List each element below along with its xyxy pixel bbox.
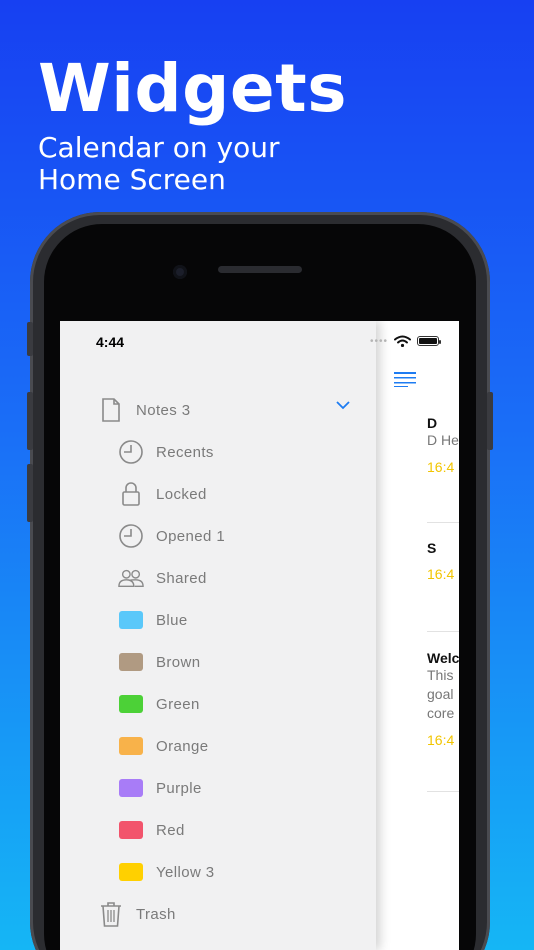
sidebar-item-label: Purple (156, 779, 202, 797)
sidebar-item-brown[interactable]: Brown (118, 649, 201, 675)
note-body-line: D He (427, 432, 459, 448)
sidebar-item-trash[interactable]: Trash (98, 901, 176, 927)
sidebar-item-label: Shared (156, 569, 207, 587)
menu-button[interactable] (394, 371, 416, 392)
sidebar-item-label: Locked (156, 485, 207, 503)
sidebar-item-label: Red (156, 821, 185, 839)
front-camera (173, 265, 187, 279)
note-item-1[interactable]: D D He 16:4 (427, 415, 459, 475)
lock-icon (118, 481, 144, 507)
divider (427, 791, 459, 792)
people-icon (118, 565, 144, 591)
color-swatch (119, 653, 143, 671)
sidebar-item-shared[interactable]: Shared (118, 565, 207, 591)
chevron-down-icon[interactable] (336, 401, 350, 410)
clock-icon (118, 439, 144, 465)
promo-title: Widgets (38, 50, 348, 127)
note-title: D (427, 415, 438, 431)
signal-dots-icon: •••• (369, 335, 388, 347)
mute-switch (27, 322, 33, 356)
phone-screen: D D He 16:4 S 16:4 Welc This goal core 1… (60, 321, 459, 950)
sidebar-item-label: Recents (156, 443, 214, 461)
volume-up-button (27, 392, 33, 450)
sidebar-item-label: Green (156, 695, 200, 713)
note-body-line: This (427, 667, 454, 683)
sidebar-item-red[interactable]: Red (118, 817, 185, 843)
document-icon (98, 397, 124, 423)
sidebar-item-label: Trash (136, 905, 176, 923)
sidebar-item-label: Brown (156, 653, 201, 671)
sidebar-item-blue[interactable]: Blue (118, 607, 188, 633)
promo-subtitle: Calendar on your Home Screen (38, 131, 280, 196)
color-swatch (119, 863, 143, 881)
color-swatch (119, 611, 143, 629)
sidebar-item-opened[interactable]: Opened 1 (118, 523, 225, 549)
sidebar: 4:44 Notes 3 Recents Locked Opened 1 Sha… (60, 321, 376, 950)
note-time: 16:4 (427, 732, 455, 748)
color-swatch (119, 821, 143, 839)
note-time: 16:4 (427, 459, 455, 475)
sidebar-item-label: Orange (156, 737, 209, 755)
sidebar-item-locked[interactable]: Locked (118, 481, 207, 507)
status-time: 4:44 (96, 334, 125, 350)
power-button (487, 392, 493, 450)
trash-icon (98, 901, 124, 927)
note-title: Welc (427, 650, 459, 666)
note-body-line: core (427, 705, 455, 721)
sidebar-item-recents[interactable]: Recents (118, 439, 214, 465)
note-body-line: goal (427, 686, 454, 702)
divider (427, 522, 459, 523)
hamburger-icon (394, 372, 416, 387)
note-title: S (427, 540, 437, 556)
sidebar-item-green[interactable]: Green (118, 691, 200, 717)
sidebar-item-orange[interactable]: Orange (118, 733, 208, 759)
sidebar-item-notes[interactable]: Notes 3 (98, 397, 191, 423)
sidebar-item-label: Yellow 3 (156, 863, 215, 881)
sidebar-item-label: Notes 3 (136, 401, 191, 419)
note-time: 16:4 (427, 566, 455, 582)
sidebar-item-purple[interactable]: Purple (118, 775, 202, 801)
status-icons: •••• (369, 335, 441, 347)
clock-icon (118, 523, 144, 549)
divider (427, 631, 459, 632)
earpiece-speaker (218, 266, 302, 273)
volume-down-button (27, 464, 33, 522)
note-item-2[interactable]: S 16:4 (427, 540, 454, 582)
note-item-3[interactable]: Welc This goal core 16:4 (427, 650, 459, 748)
sidebar-item-label: Opened 1 (156, 527, 226, 545)
wifi-icon (394, 335, 411, 347)
battery-icon (417, 336, 441, 346)
color-swatch (119, 779, 143, 797)
sidebar-item-label: Blue (156, 611, 188, 629)
sidebar-item-yellow[interactable]: Yellow 3 (118, 859, 215, 885)
color-swatch (119, 737, 143, 755)
color-swatch (119, 695, 143, 713)
